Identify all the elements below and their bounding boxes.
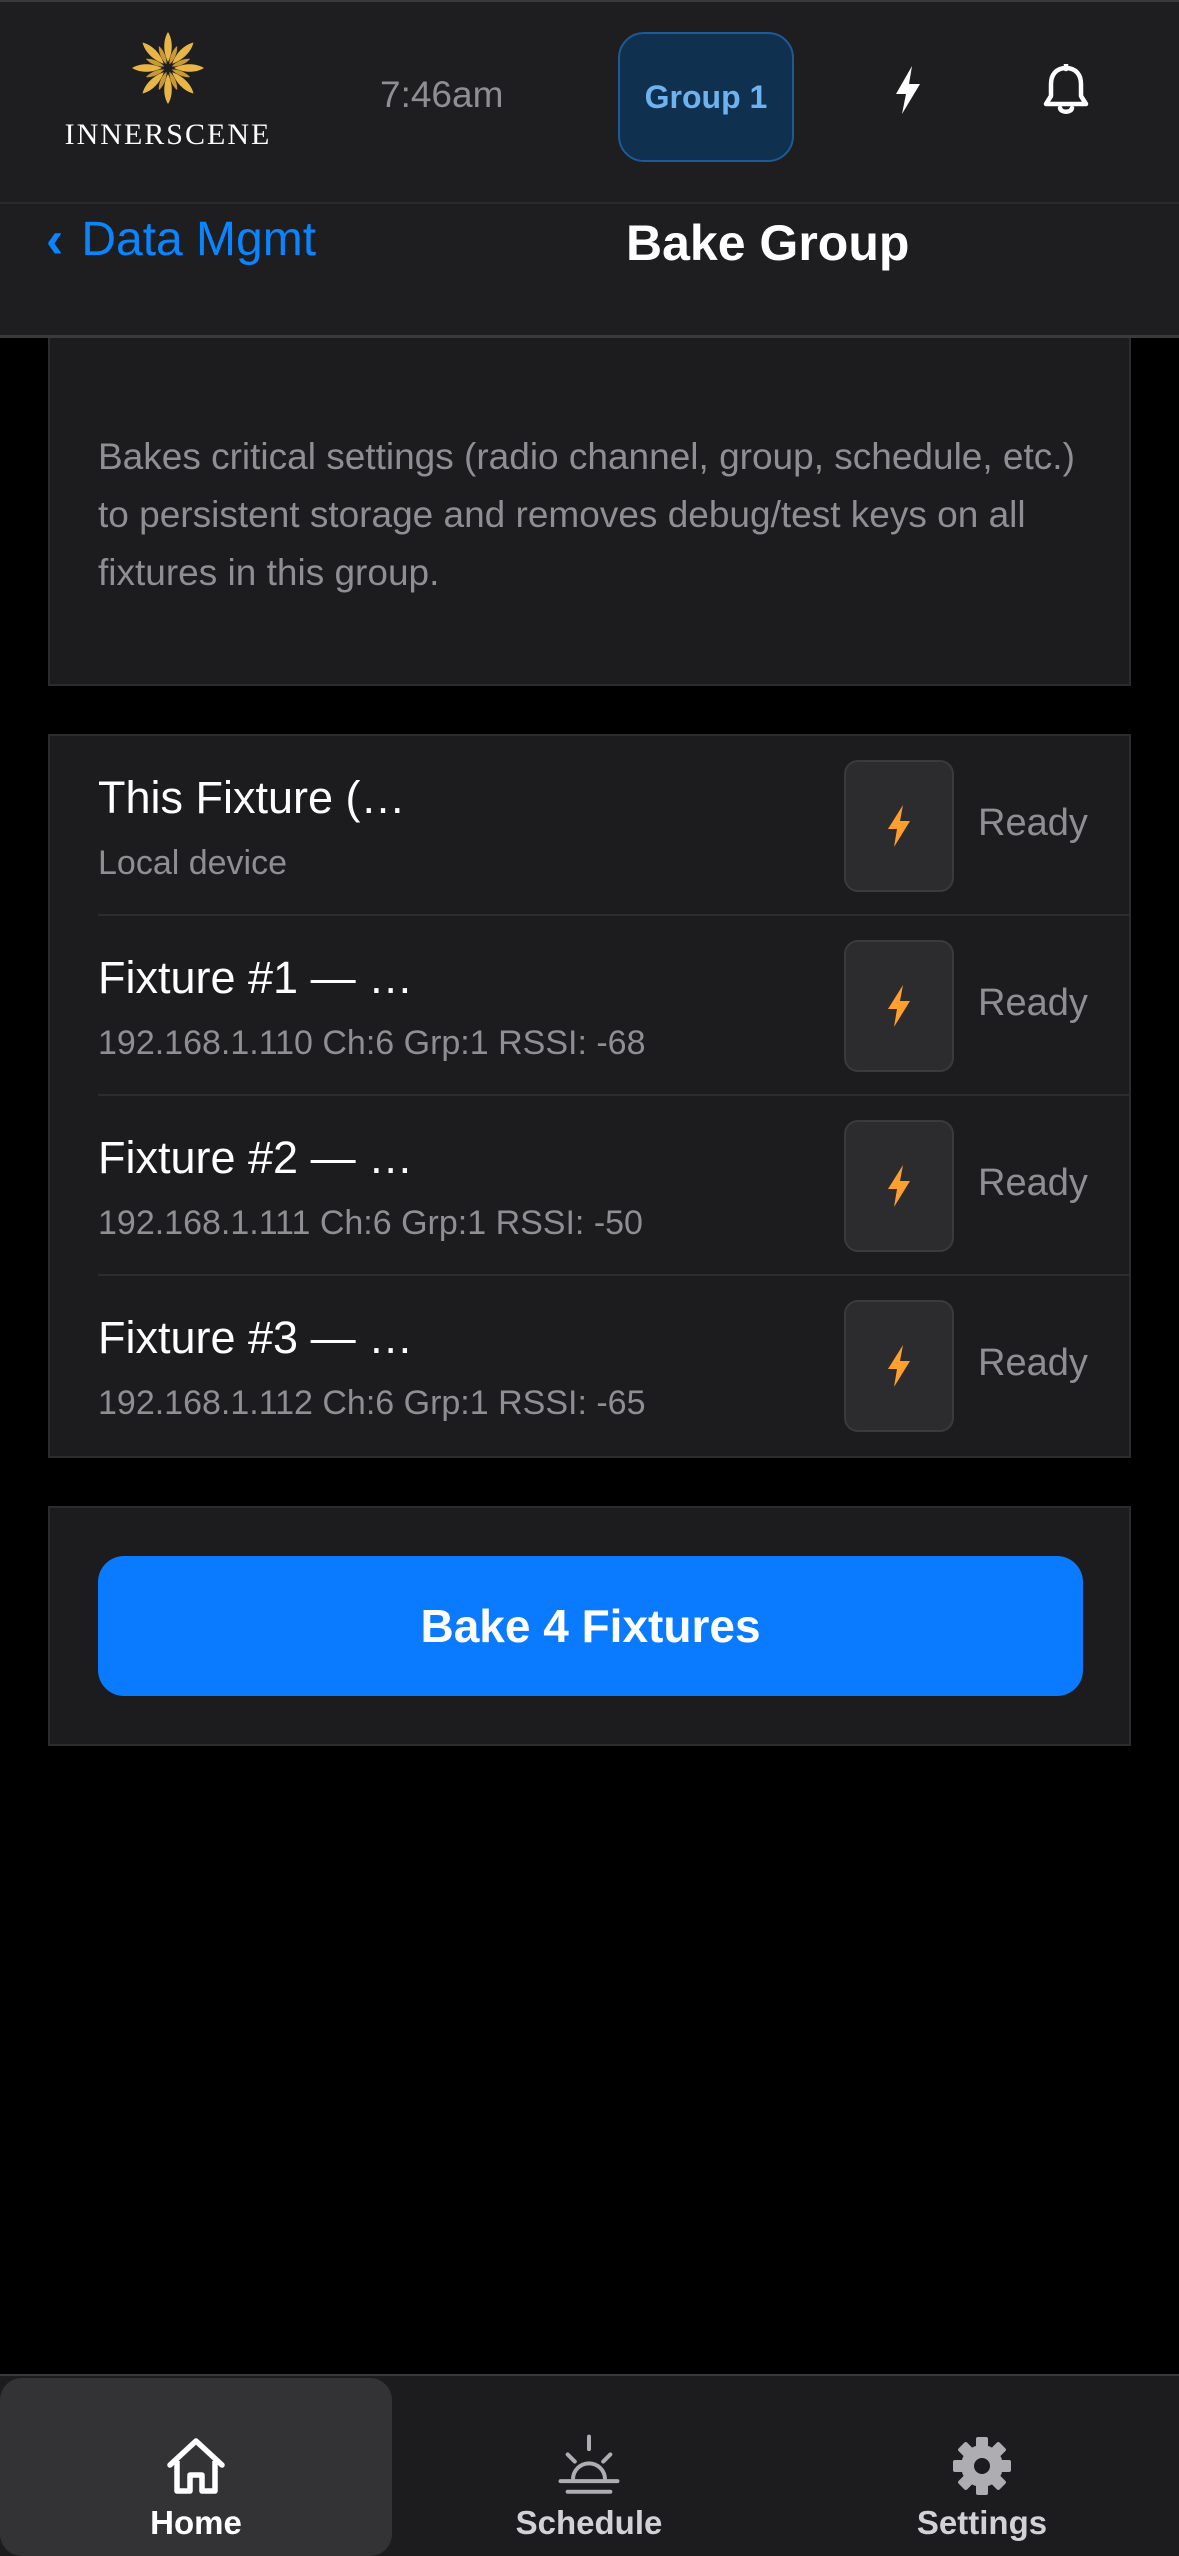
bake-fixture-button[interactable] [844, 1120, 954, 1252]
description-text: Bakes critical settings (radio channel, … [98, 436, 1075, 593]
tab-home[interactable]: Home [0, 2378, 392, 2556]
fixture-row: Fixture #2 — … 192.168.1.111 Ch:6 Grp:1 … [50, 1096, 1129, 1276]
chevron-left-icon: ‹ [46, 210, 64, 269]
fixture-detail: 192.168.1.112 Ch:6 Grp:1 RSSI: -65 [98, 1384, 646, 1422]
fixture-detail: 192.168.1.111 Ch:6 Grp:1 RSSI: -50 [98, 1204, 643, 1242]
clock-time: 7:46am [380, 74, 504, 115]
bake-fixture-button[interactable] [844, 1300, 954, 1432]
bolt-icon [888, 805, 910, 847]
fixture-status: Ready [978, 1342, 1088, 1384]
innerscene-logo: INNERSCENE [56, 26, 280, 156]
bell-icon[interactable] [1036, 60, 1096, 120]
flower-logo-icon [132, 32, 204, 104]
bake-fixture-button[interactable] [844, 760, 954, 892]
fixture-row: Fixture #1 — … 192.168.1.110 Ch:6 Grp:1 … [50, 916, 1129, 1096]
fixture-status: Ready [978, 802, 1088, 844]
bottom-tab-bar: Home Schedule Settings [0, 2374, 1179, 2556]
bolt-icon [888, 1345, 910, 1387]
fixture-status: Ready [978, 982, 1088, 1024]
sunrise-icon [557, 2434, 621, 2498]
tab-schedule[interactable]: Schedule [393, 2378, 785, 2556]
group-selector-button[interactable]: Group 1 [618, 32, 794, 162]
logo-text: INNERSCENE [64, 118, 272, 151]
fixture-name: Fixture #1 — … [98, 952, 414, 1003]
fixture-row: Fixture #3 — … 192.168.1.112 Ch:6 Grp:1 … [50, 1276, 1129, 1456]
top-app-bar: INNERSCENE 7:46am Group 1 [0, 0, 1179, 204]
gear-icon [950, 2434, 1014, 2498]
tab-label: Schedule [515, 2504, 663, 2541]
tab-label: Settings [916, 2504, 1048, 2541]
back-button[interactable]: ‹ Data Mgmt [46, 212, 316, 267]
fixture-list: This Fixture (… Local device Ready Fixtu… [48, 734, 1131, 1458]
tab-settings[interactable]: Settings [786, 2378, 1178, 2556]
bolt-icon [888, 1165, 910, 1207]
fixture-detail: 192.168.1.110 Ch:6 Grp:1 RSSI: -68 [98, 1024, 646, 1062]
fixture-row: This Fixture (… Local device Ready [50, 736, 1129, 916]
bake-action-card: Bake 4 Fixtures [48, 1506, 1131, 1746]
fixture-status: Ready [978, 1162, 1088, 1204]
back-button-label: Data Mgmt [81, 213, 317, 266]
fixture-name: This Fixture (… [98, 772, 406, 823]
navigation-header: ‹ Data Mgmt Bake Group [0, 204, 1179, 338]
bolt-icon [888, 985, 910, 1027]
bake-all-fixtures-button[interactable]: Bake 4 Fixtures [98, 1556, 1083, 1696]
page-title: Bake Group [626, 215, 910, 271]
description-card: Bakes critical settings (radio channel, … [48, 338, 1131, 686]
bolt-icon[interactable] [878, 60, 938, 120]
fixture-name: Fixture #3 — … [98, 1312, 414, 1363]
fixture-name: Fixture #2 — … [98, 1132, 414, 1183]
fixture-detail: Local device [98, 844, 288, 882]
tab-label: Home [150, 2504, 242, 2541]
bake-fixture-button[interactable] [844, 940, 954, 1072]
home-icon [164, 2434, 228, 2498]
